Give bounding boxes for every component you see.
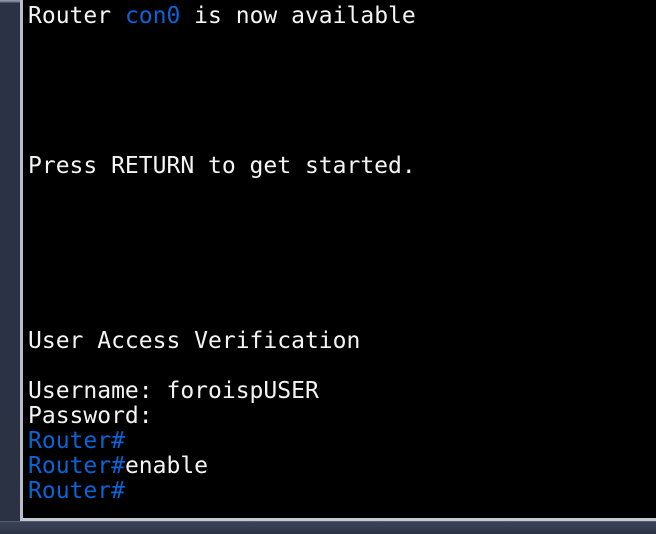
line-blank-1 (28, 29, 656, 54)
terminal-text: Press RETURN to get started. (28, 153, 416, 179)
line-prompt-enable: Router#enable (28, 454, 656, 479)
line-blank-4 (28, 104, 656, 129)
line-prompt-1: Router# (28, 429, 656, 454)
line-blank-6 (28, 179, 656, 204)
router-console-window: Router con0 is now available Press RETUR… (0, 0, 656, 534)
terminal-text: enable (124, 453, 209, 479)
terminal-text: Username: foroispUSER (28, 378, 319, 404)
line-blank-3 (28, 79, 656, 104)
line-blank-11 (28, 304, 656, 329)
window-left-rail (0, 0, 20, 534)
line-user-access: User Access Verification (28, 329, 656, 354)
line-press-return: Press RETURN to get started. (28, 154, 656, 179)
panel-top-highlight (0, 0, 22, 3)
terminal-text: Router (28, 3, 125, 29)
line-username: Username: foroispUSER (28, 379, 656, 404)
line-connect: Router con0 is now available (28, 4, 656, 29)
line-blank-8 (28, 229, 656, 254)
line-blank-10 (28, 279, 656, 304)
terminal-frame: Router con0 is now available Press RETUR… (20, 0, 656, 521)
back-button[interactable]: Back (5, 530, 32, 534)
terminal-prompt-text: Router# (28, 453, 125, 479)
terminal-prompt-text: Router# (28, 478, 125, 504)
line-blank-12 (28, 354, 656, 379)
bottom-toolbar: Back (0, 521, 656, 534)
line-blank-7 (28, 204, 656, 229)
line-password: Password: (28, 404, 656, 429)
line-blank-9 (28, 254, 656, 279)
terminal-text: Password: (28, 403, 153, 429)
toolbar-divider (0, 521, 656, 522)
terminal-prompt-text: con0 (124, 3, 181, 29)
line-blank-5 (28, 129, 656, 154)
terminal-text: is now available (180, 3, 416, 29)
terminal-output-area[interactable]: Router con0 is now available Press RETUR… (23, 0, 656, 518)
line-prompt-2: Router# (28, 479, 656, 504)
terminal-prompt-text: Router# (28, 428, 125, 454)
line-blank-2 (28, 54, 656, 79)
terminal-text: User Access Verification (28, 328, 361, 354)
